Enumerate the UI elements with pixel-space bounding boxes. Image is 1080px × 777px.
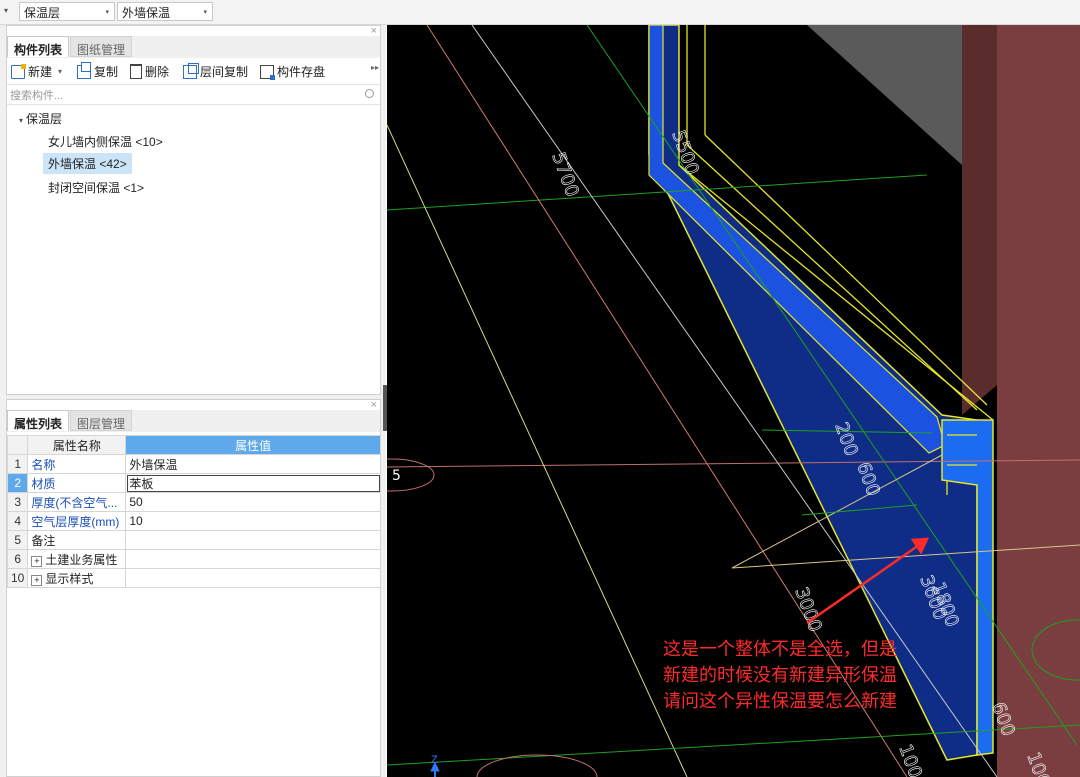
tree-item-parapet-insulation[interactable]: 女儿墙内侧保温 <10> [48, 133, 163, 150]
tree-root-label: 保温层 [26, 112, 63, 126]
row-number: 4 [6, 511, 29, 531]
row-number: 1 [6, 454, 29, 474]
chevron-down-icon: ▾ [203, 9, 207, 16]
component-combo[interactable]: 外墙保温 ▾ [117, 2, 213, 21]
component-tabs: 构件列表 图纸管理 [7, 36, 380, 58]
property-row[interactable]: 2 材质 苯板 [6, 473, 381, 493]
tab-component-list[interactable]: 构件列表 [7, 36, 70, 57]
copy-button[interactable]: 复制 [77, 61, 119, 80]
property-row[interactable]: 5 备注 [6, 530, 381, 550]
tab-layer-management[interactable]: 图层管理 [70, 410, 133, 431]
delete-button[interactable]: 删除 [130, 63, 169, 80]
save-component-label: 构件存盘 [277, 65, 326, 79]
tab-property-list[interactable]: 属性列表 [7, 410, 70, 431]
property-value-field[interactable]: 苯板 [125, 473, 381, 493]
row-number: 2 [6, 473, 29, 493]
property-row[interactable]: 4 空气层厚度(mm) 10 [6, 511, 381, 531]
property-row[interactable]: 3 厚度(不含空气... 50 [6, 492, 381, 512]
property-name: 备注 [27, 530, 127, 550]
dimension-label: 100 [894, 742, 925, 777]
chevron-down-icon[interactable]: ▾ [58, 67, 62, 76]
tree-root[interactable]: ▾ 保温层 [19, 110, 62, 127]
expand-plus-icon[interactable]: + [31, 555, 43, 567]
expand-plus-icon[interactable]: + [31, 574, 43, 586]
new-button[interactable]: 新建 ▾ [11, 63, 62, 80]
new-label: 新建 [28, 65, 53, 79]
brick-wall-face [997, 25, 1080, 777]
copy-label: 复制 [94, 65, 119, 79]
property-row[interactable]: 10 + 显示样式 [6, 568, 381, 588]
floor-copy-button[interactable]: 层间复制 [183, 62, 249, 80]
property-value-field[interactable]: 外墙保温 [125, 454, 381, 474]
header-property-value: 属性值 [125, 435, 381, 455]
property-table: 属性名称 属性值 1 名称 外墙保温 2 材质 苯板 3 厚度(不含空气... … [6, 435, 381, 588]
floor-copy-icon [183, 62, 199, 79]
dimension-label: 3000 [790, 585, 825, 635]
copy-icon [77, 61, 91, 79]
z-axis-indicator: Z [430, 754, 440, 777]
header-property-name: 属性名称 [27, 435, 127, 455]
property-list-pane: × 属性列表 图层管理 属性名称 属性值 1 名称 外墙保温 2 材质 苯板 3 [6, 399, 381, 777]
tree-item-exterior-wall-insulation[interactable]: 外墙保温 <42> [43, 153, 132, 174]
row-number: 5 [6, 530, 29, 550]
property-name: 名称 [27, 454, 127, 474]
more-icon[interactable]: ▸▸ [371, 63, 379, 72]
property-value-field [125, 549, 381, 569]
delete-label: 删除 [145, 65, 170, 79]
chevron-down-icon: ▾ [105, 9, 109, 16]
property-tabs: 属性列表 图层管理 [7, 410, 380, 432]
component-value: 外墙保温 [122, 6, 171, 20]
property-name: 显示样式 [45, 571, 94, 586]
row-number: 3 [6, 492, 29, 512]
brick-wall-side [962, 25, 997, 415]
dropdown-arrow-icon[interactable]: ▾ [4, 6, 8, 15]
dimension-label: 5700 [547, 150, 582, 200]
left-panel: × 构件列表 图纸管理 新建 ▾ 复制 删除 层间复制 构件存盘 ▸▸ 搜索构件… [0, 25, 386, 777]
grey-column [807, 25, 962, 165]
property-group[interactable]: + 显示样式 [27, 568, 127, 588]
axis-number-label: 5 [392, 468, 401, 484]
tree-item-closed-space-insulation[interactable]: 封闭空间保温 <1> [48, 179, 144, 196]
property-name: 厚度(不含空气... [27, 492, 127, 512]
property-value-field[interactable] [125, 530, 381, 550]
layer-type-value: 保温层 [24, 6, 61, 20]
search-icon[interactable] [365, 89, 374, 98]
property-value-field[interactable]: 10 [125, 511, 381, 531]
tab-drawing-management[interactable]: 图纸管理 [70, 36, 133, 57]
row-number: 6 [6, 549, 29, 569]
search-input[interactable]: 搜索构件... [10, 87, 63, 103]
3d-viewport[interactable]: 5700 5500 200 600 3000 3600 1800 600 100… [387, 25, 1080, 777]
floor-copy-label: 层间复制 [200, 65, 249, 79]
property-name: 空气层厚度(mm) [27, 511, 127, 531]
property-name: 土建业务属性 [45, 552, 118, 567]
layer-type-combo[interactable]: 保温层 ▾ [19, 2, 115, 21]
property-name: 材质 [27, 473, 127, 493]
row-number: 10 [6, 568, 29, 588]
component-list-pane: × 构件列表 图纸管理 新建 ▾ 复制 删除 层间复制 构件存盘 ▸▸ 搜索构件… [6, 25, 381, 395]
property-value-field [125, 568, 381, 588]
new-icon [11, 63, 26, 79]
trash-icon [130, 64, 142, 79]
property-value-field[interactable]: 50 [125, 492, 381, 512]
top-toolbar: ▾ 保温层 ▾ 外墙保温 ▾ [0, 0, 1080, 25]
save-icon [260, 64, 275, 80]
property-row[interactable]: 1 名称 外墙保温 [6, 454, 381, 474]
z-axis-label: Z [431, 754, 438, 766]
property-group[interactable]: + 土建业务属性 [27, 549, 127, 569]
header-index [6, 435, 29, 455]
property-header-row: 属性名称 属性值 [6, 435, 381, 455]
expand-arrow-icon[interactable]: ▾ [19, 116, 23, 125]
component-search[interactable]: 搜索构件... [7, 84, 380, 105]
property-row[interactable]: 6 + 土建业务属性 [6, 549, 381, 569]
save-component-button[interactable]: 构件存盘 [260, 63, 325, 80]
component-toolbar: 新建 ▾ 复制 删除 层间复制 构件存盘 ▸▸ [7, 59, 380, 83]
annotation-text: 这是一个整体不是全选，但是 新建的时候没有新建异形保温 请问这个异性保温要怎么新… [663, 639, 897, 712]
